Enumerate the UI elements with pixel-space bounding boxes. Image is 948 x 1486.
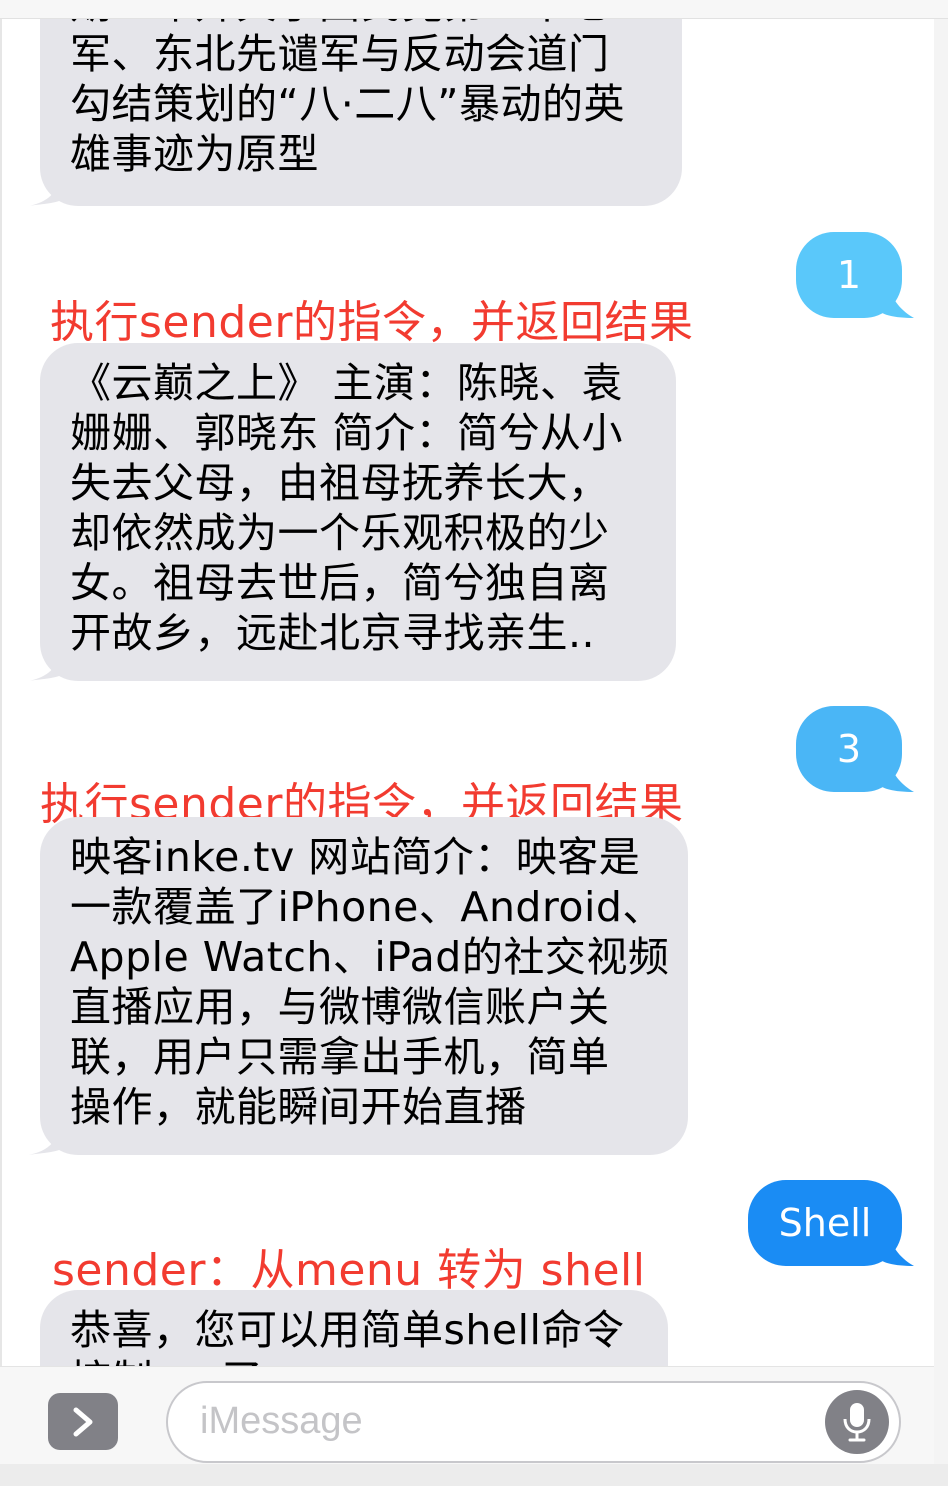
- message-line: 勾结策划的“八·二八”暴动的英: [70, 80, 626, 128]
- right-frame-edge: [934, 0, 948, 1486]
- message-line: 联，用户只需拿出手机，简单: [70, 1033, 610, 1081]
- incoming-message-bubble[interactable]: 《云巅之上》 主演：陈晓、袁 姗姗、郭晓东 简介：简兮从小 失去父母，由祖母抚养…: [40, 343, 676, 681]
- imessage-placeholder: iMessage: [200, 1400, 363, 1442]
- top-edge: [0, 0, 948, 19]
- chevron-right-icon: [73, 1407, 93, 1436]
- message-line: 军、东北先谴军与反动会道门: [70, 30, 610, 78]
- microphone-icon: [843, 1403, 871, 1442]
- message-text: 3: [836, 727, 862, 771]
- message-text: Shell: [778, 1201, 872, 1245]
- incoming-bubble-tail: [28, 643, 66, 681]
- message-line: 失去父母，由祖母抚养长大，: [70, 459, 610, 507]
- message-line: 女。祖母去世后，简兮独自离: [70, 559, 610, 607]
- message-line: 开故乡，远赴北京寻找亲生..: [70, 609, 596, 657]
- message-line: 恭喜，您可以用简单shell命令: [70, 1306, 625, 1354]
- message-line: 映客inke.tv 网站简介：映客是: [70, 833, 641, 881]
- incoming-bubble-tail: [28, 168, 66, 206]
- message-line: 操作，就能瞬间开始直播: [70, 1083, 527, 1131]
- incoming-message-bubble[interactable]: 映客inke.tv 网站简介：映客是 一款覆盖了iPhone、Android、 …: [40, 817, 688, 1155]
- message-line: 姗姗、郭晓东 简介：简兮从小: [70, 409, 624, 457]
- imessage-input[interactable]: iMessage: [166, 1381, 901, 1463]
- left-frame-edge: [0, 0, 2, 1486]
- expand-apps-button[interactable]: [48, 1393, 118, 1450]
- message-line: 一款覆盖了iPhone、Android、: [70, 883, 664, 931]
- message-line: 《云巅之上》 主演：陈晓、袁: [70, 359, 624, 407]
- bottom-edge: [0, 1464, 948, 1486]
- annotation-label: sender：从menu 转为 shell: [52, 1245, 646, 1296]
- outgoing-bubble-tail: [878, 1228, 914, 1266]
- outgoing-bubble-tail: [878, 280, 914, 318]
- incoming-message-bubble[interactable]: 期一年开关于国民党第二十七 军、东北先谴军与反动会道门 勾结策划的“八·二八”暴…: [40, 0, 682, 206]
- incoming-bubble-tail: [28, 1117, 66, 1155]
- message-line: 雄事迹为原型: [70, 130, 319, 178]
- messages-screen: 期一年开关于国民党第二十七 军、东北先谴军与反动会道门 勾结策划的“八·二八”暴…: [0, 0, 948, 1486]
- message-line: 直播应用，与微博微信账户关: [70, 983, 610, 1031]
- message-line: 却依然成为一个乐观积极的少: [70, 509, 610, 557]
- dictation-button[interactable]: [825, 1390, 889, 1454]
- outgoing-bubble-tail: [878, 754, 914, 792]
- message-text: 1: [836, 253, 862, 297]
- message-line: Apple Watch、iPad的社交视频: [70, 933, 670, 981]
- annotation-label: 执行sender的指令，并返回结果: [50, 297, 694, 348]
